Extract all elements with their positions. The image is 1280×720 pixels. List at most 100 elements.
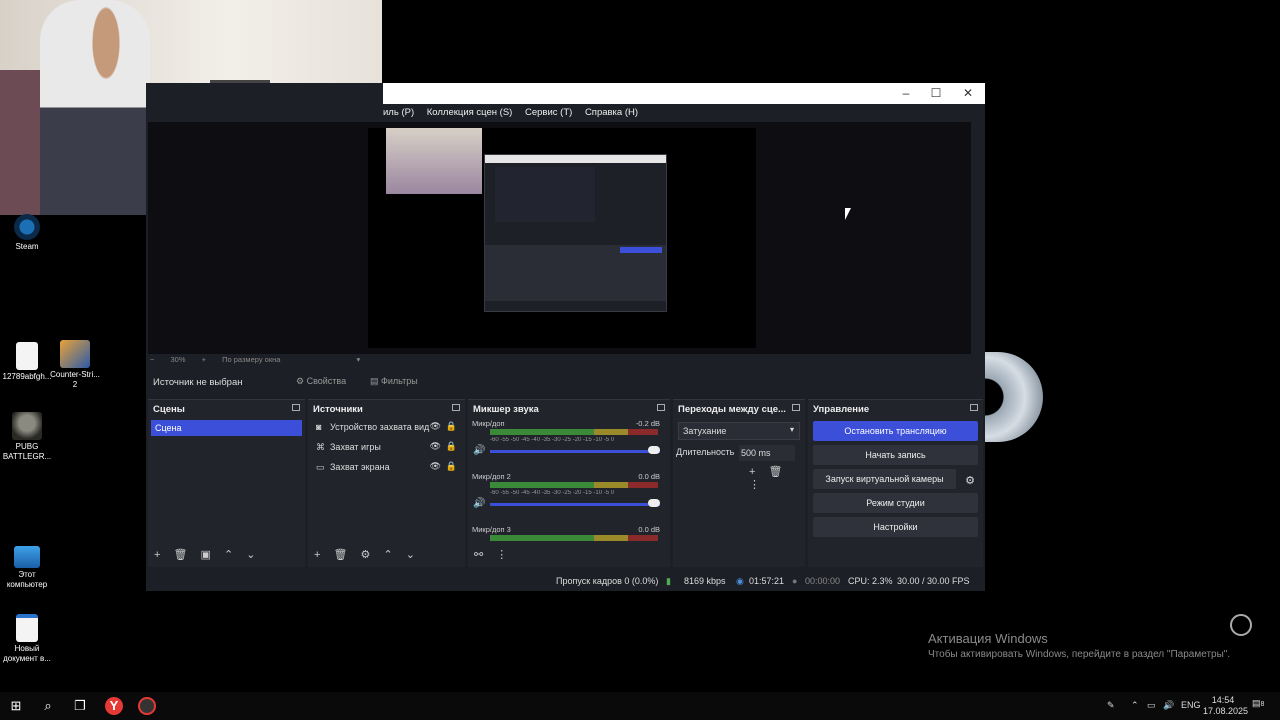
source-item[interactable]: ▭ Захват экрана 👁 🔒 bbox=[308, 457, 465, 477]
record-time: 00:00:00 bbox=[805, 576, 841, 586]
sources-title: Источники bbox=[313, 404, 363, 415]
undock-icon[interactable] bbox=[292, 404, 300, 411]
menu-help[interactable]: Справка (H) bbox=[585, 104, 638, 121]
more-icon[interactable]: ⋮ bbox=[749, 479, 760, 491]
lock-icon[interactable]: 🔒 bbox=[446, 461, 457, 472]
filters-button[interactable]: ▤ Фильтры bbox=[370, 376, 418, 387]
trash-icon[interactable]: 🗑 bbox=[174, 549, 188, 561]
zoom-in-button[interactable]: + bbox=[202, 355, 206, 364]
channel-db: -0.2 dB bbox=[635, 419, 660, 428]
stream-icon: ◉ bbox=[736, 576, 744, 586]
arrow-down-icon[interactable]: ⌄ bbox=[406, 549, 415, 561]
stop-stream-button[interactable]: Остановить трансляцию bbox=[813, 421, 978, 441]
network-icon[interactable]: ▭ bbox=[1147, 700, 1156, 711]
obs-window: – ☐ ✕ иль (P) Коллекция сцен (S) Сервис … bbox=[146, 83, 985, 591]
volume-slider[interactable] bbox=[490, 450, 660, 453]
yandex-browser-icon[interactable]: Y bbox=[105, 697, 123, 715]
transition-select[interactable]: Затухание ▾ bbox=[678, 422, 800, 440]
add-icon[interactable]: + bbox=[749, 466, 755, 478]
taskbar: ⊞ ⌕ ❐ Y ✎ ⌃ ▭ 🔊 ENG 14:54 17.08.2025 ▤8 bbox=[0, 692, 1280, 720]
windows-start-icon[interactable]: ⊞ bbox=[7, 697, 25, 715]
close-button[interactable]: ✕ bbox=[961, 86, 975, 100]
magnifier-icon[interactable] bbox=[1230, 614, 1252, 636]
trash-icon[interactable]: 🗑 bbox=[334, 549, 348, 561]
notification-icon[interactable]: ▤8 bbox=[1252, 698, 1264, 709]
clock[interactable]: 14:54 17.08.2025 bbox=[1203, 695, 1248, 717]
channel-db: 0.0 dB bbox=[638, 525, 660, 534]
volume-meter bbox=[490, 429, 658, 435]
zoom-out-button[interactable]: − bbox=[150, 355, 154, 364]
desktop-icon-cs2[interactable]: Counter-Stri... 2 bbox=[48, 340, 102, 390]
arrow-down-icon[interactable]: ⌄ bbox=[246, 549, 255, 561]
filter-icon[interactable]: ▣ bbox=[201, 549, 211, 561]
gear-icon[interactable]: ⚙ bbox=[965, 474, 975, 487]
channel-db: 0.0 dB bbox=[638, 472, 660, 481]
desktop-icon-steam[interactable]: Steam bbox=[0, 214, 54, 252]
task-view-icon[interactable]: ❐ bbox=[71, 697, 89, 715]
sources-dock: Источники ◙ Устройство захвата вид 👁 🔒 ⌘… bbox=[308, 399, 465, 567]
duration-row: Длительность 500 ms bbox=[673, 445, 805, 465]
zoom-dropdown-icon[interactable]: ▾ bbox=[357, 355, 361, 364]
settings-button[interactable]: Настройки bbox=[813, 517, 978, 537]
minimize-button[interactable]: – bbox=[899, 86, 913, 100]
menu-profile[interactable]: иль (P) bbox=[383, 104, 414, 121]
add-icon[interactable]: + bbox=[154, 549, 160, 561]
zoom-fit-label[interactable]: По размеру окна bbox=[222, 355, 280, 364]
language-indicator[interactable]: ENG bbox=[1181, 700, 1201, 710]
arrow-up-icon[interactable]: ⌃ bbox=[383, 549, 392, 561]
desktop-icon-computer[interactable]: Этот компьютер bbox=[0, 546, 54, 590]
duration-input[interactable]: 500 ms bbox=[739, 445, 795, 461]
filter-icon: ▤ bbox=[370, 376, 379, 386]
more-icon[interactable]: ⋮ bbox=[496, 549, 507, 561]
add-icon[interactable]: + bbox=[314, 549, 320, 561]
stream-time: 01:57:21 bbox=[749, 576, 785, 586]
volume-icon[interactable]: 🔊 bbox=[1163, 700, 1174, 711]
filters-label: Фильтры bbox=[381, 376, 418, 386]
eye-icon[interactable]: 👁 bbox=[430, 441, 441, 452]
scene-item[interactable]: Сцена bbox=[151, 420, 302, 436]
start-record-button[interactable]: Начать запись bbox=[813, 445, 978, 465]
record-icon: ● bbox=[792, 576, 798, 586]
dropped-frames: Пропуск кадров 0 (0.0%) bbox=[556, 576, 659, 586]
chevron-up-icon[interactable]: ⌃ bbox=[1131, 700, 1139, 711]
desktop-icon-pubg[interactable]: PUBG BATTLEGR... bbox=[0, 412, 54, 462]
search-icon[interactable]: ⌕ bbox=[39, 697, 57, 715]
obs-icon[interactable] bbox=[138, 697, 156, 715]
pen-icon[interactable]: ✎ bbox=[1107, 700, 1115, 711]
menu-tools[interactable]: Сервис (T) bbox=[525, 104, 572, 121]
trash-icon[interactable]: 🗑 bbox=[769, 466, 783, 478]
scenes-dock: Сцены Сцена + 🗑 ▣ ⌃ ⌄ bbox=[148, 399, 305, 567]
volume-meter bbox=[490, 535, 658, 541]
arrow-up-icon[interactable]: ⌃ bbox=[224, 549, 233, 561]
undock-icon[interactable] bbox=[452, 404, 460, 411]
source-item[interactable]: ◙ Устройство захвата вид 👁 🔒 bbox=[308, 417, 465, 437]
menu-scene-collection[interactable]: Коллекция сцен (S) bbox=[427, 104, 513, 121]
status-bar: Пропуск кадров 0 (0.0%) ▮ 8169 kbps ◉ 01… bbox=[146, 570, 985, 591]
maximize-button[interactable]: ☐ bbox=[929, 86, 943, 100]
undock-icon[interactable] bbox=[657, 404, 665, 411]
link-icon[interactable]: ⚯ bbox=[474, 549, 483, 561]
duration-label: Длительность bbox=[676, 447, 735, 457]
undock-icon[interactable] bbox=[792, 404, 800, 411]
preview-area[interactable] bbox=[148, 122, 971, 354]
volume-knob[interactable] bbox=[648, 499, 660, 507]
lock-icon[interactable]: 🔒 bbox=[446, 421, 457, 432]
properties-button[interactable]: ⚙ Свойства bbox=[296, 376, 346, 387]
eye-icon[interactable]: 👁 bbox=[430, 421, 441, 432]
speaker-icon[interactable]: 🔊 bbox=[473, 498, 485, 509]
volume-knob[interactable] bbox=[648, 446, 660, 454]
lock-icon[interactable]: 🔒 bbox=[446, 441, 457, 452]
desktop-icon-document[interactable]: Новый документ в... bbox=[0, 614, 54, 664]
gear-icon[interactable]: ⚙ bbox=[361, 549, 371, 561]
source-item[interactable]: ⌘ Захват игры 👁 🔒 bbox=[308, 437, 465, 457]
cpu-usage: CPU: 2.3% bbox=[848, 576, 893, 586]
studio-mode-button[interactable]: Режим студии bbox=[813, 493, 978, 513]
undock-icon[interactable] bbox=[970, 404, 978, 411]
eye-icon[interactable]: 👁 bbox=[430, 461, 441, 472]
desktop-icon-file[interactable]: 12789abfgh... bbox=[0, 342, 54, 382]
fps: 30.00 / 30.00 FPS bbox=[897, 576, 970, 586]
speaker-icon[interactable]: 🔊 bbox=[473, 445, 485, 456]
virtual-camera-button[interactable]: Запуск виртуальной камеры bbox=[813, 469, 956, 489]
volume-slider[interactable] bbox=[490, 503, 660, 506]
channel-name: Микр/доп 3 bbox=[472, 525, 511, 534]
